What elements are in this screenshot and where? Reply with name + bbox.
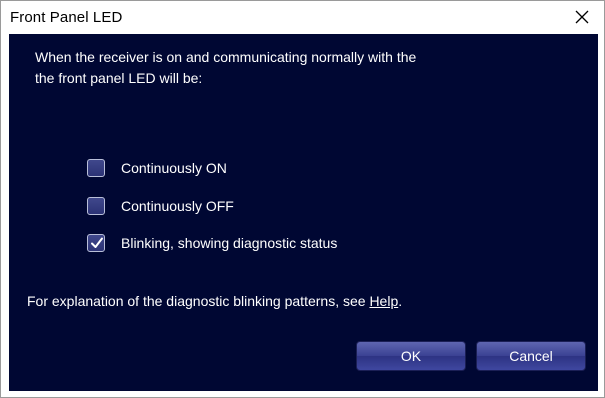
option-label: Blinking, showing diagnostic status	[121, 235, 338, 251]
ok-button[interactable]: OK	[356, 341, 466, 371]
option-label: Continuously ON	[121, 160, 227, 176]
checkmark-icon	[91, 237, 103, 248]
help-link[interactable]: Help	[369, 293, 398, 309]
close-icon	[575, 10, 589, 24]
title-bar: Front Panel LED	[1, 1, 604, 35]
checkbox-continuously-off[interactable]	[87, 197, 105, 215]
intro-line-2: the front panel LED will be:	[35, 70, 203, 86]
intro-line-1: When the receiver is on and communicatin…	[35, 49, 417, 65]
help-text: For explanation of the diagnostic blinki…	[27, 293, 402, 309]
cancel-button[interactable]: Cancel	[476, 341, 586, 371]
option-label: Continuously OFF	[121, 198, 234, 214]
intro-text: When the receiver is on and communicatin…	[35, 47, 565, 89]
ok-button-label: OK	[400, 348, 422, 364]
dialog-window: Front Panel LED When the receiver is on …	[0, 0, 605, 398]
close-button[interactable]	[560, 1, 604, 33]
checkbox-blinking[interactable]	[87, 234, 105, 252]
window-title: Front Panel LED	[10, 9, 123, 26]
cancel-button-label: Cancel	[509, 348, 553, 364]
checkbox-continuously-on[interactable]	[87, 159, 105, 177]
help-text-suffix: .	[398, 293, 403, 309]
help-text-prefix: For explanation of the diagnostic blinki…	[27, 293, 370, 309]
